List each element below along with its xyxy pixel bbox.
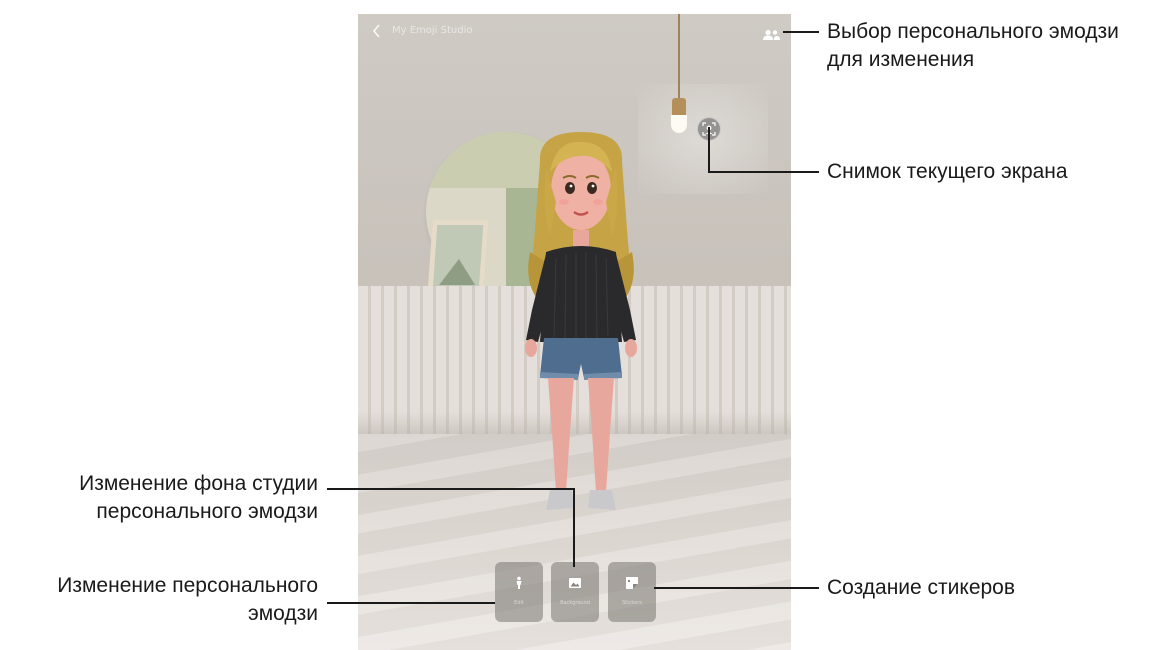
emoji-select-button[interactable] (762, 26, 782, 40)
change-background-label: Background (560, 600, 590, 606)
person-icon (516, 576, 522, 589)
callout-create-stickers: Создание стикеров (827, 576, 1016, 599)
callout-change-emoji: Изменение персонального эмодзи (57, 572, 318, 628)
callout-change-background-line2: персонального эмодзи (96, 500, 318, 523)
create-stickers-button[interactable]: Stickers (608, 562, 656, 622)
callout-change-background-line1: Изменение фона студии (79, 472, 318, 495)
back-button[interactable] (372, 24, 382, 41)
callout-change-emoji-line1: Изменение персонального (57, 574, 318, 597)
edit-avatar-button[interactable]: Edit (495, 562, 543, 622)
image-icon (569, 578, 581, 588)
callout-select-emoji: Выбор персонального эмодзи для изменения (827, 18, 1119, 74)
create-stickers-label: Stickers (622, 600, 642, 606)
pendant-lamp-wire (678, 14, 680, 98)
callout-line-stickers (654, 587, 819, 589)
callout-select-emoji-line2: для изменения (827, 48, 975, 71)
callout-select-emoji-line1: Выбор персонального эмодзи (827, 20, 1119, 43)
edit-avatar-label: Edit (514, 600, 524, 606)
callout-line-background-horizontal (327, 488, 574, 490)
emoji-avatar (525, 132, 637, 510)
people-icon (763, 29, 780, 40)
callout-line-edit-emoji (327, 602, 495, 604)
pendant-lamp-cap (672, 98, 686, 116)
sticker-icon (626, 577, 638, 589)
callout-line-capture-horizontal (708, 171, 819, 173)
change-background-button[interactable]: Background (551, 562, 599, 622)
callout-line-capture-vertical (708, 127, 710, 172)
chevron-left-icon (372, 24, 380, 38)
screen-title: My Emoji Studio (392, 25, 473, 36)
picture-frame (427, 220, 489, 296)
callout-line-background-vertical (573, 488, 575, 567)
callout-change-emoji-line2: эмодзи (248, 602, 318, 625)
callout-line-select-emoji (783, 31, 819, 33)
pendant-lamp-bulb (671, 115, 687, 133)
callout-change-background: Изменение фона студии персонального эмод… (79, 470, 318, 526)
callout-capture: Снимок текущего экрана (827, 160, 1068, 183)
